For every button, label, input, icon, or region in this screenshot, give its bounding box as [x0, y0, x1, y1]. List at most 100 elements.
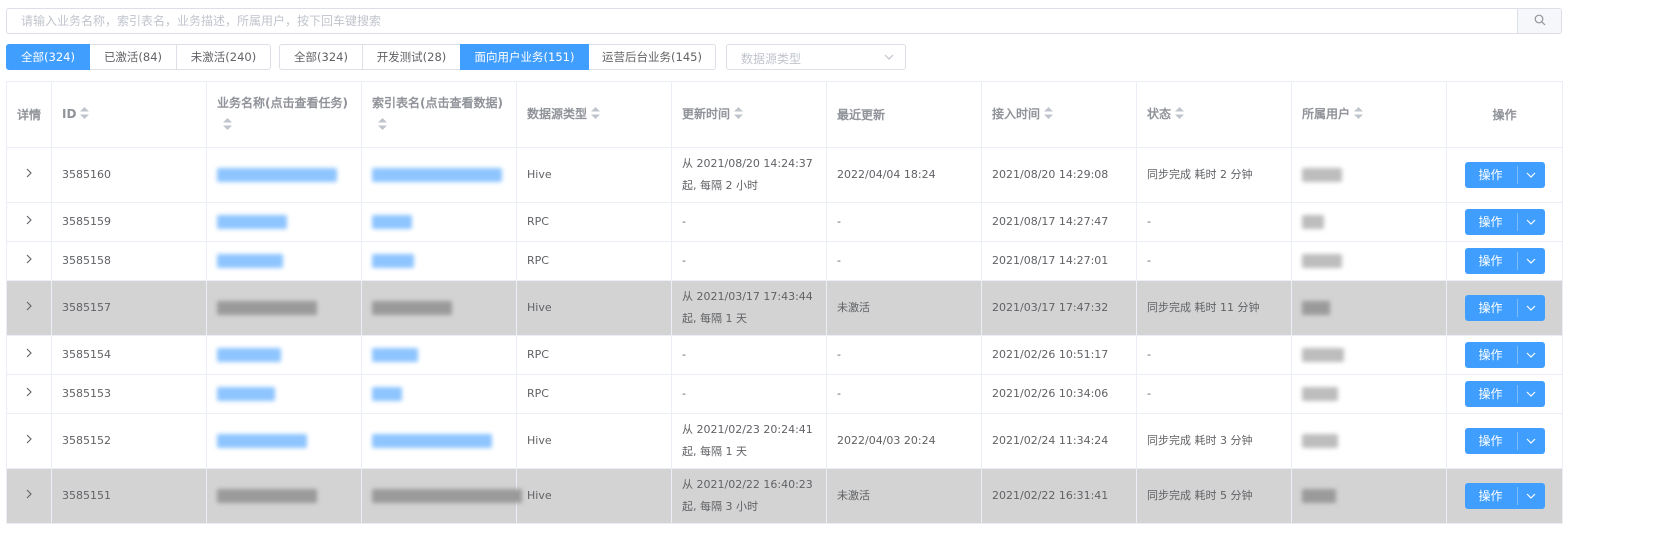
col-join-time[interactable]: 接入时间: [981, 81, 1137, 148]
action-dropdown-toggle[interactable]: [1516, 297, 1545, 319]
action-button[interactable]: 操作: [1464, 342, 1545, 368]
index-table-cell[interactable]: [361, 413, 517, 469]
chevron-down-icon[interactable]: [1526, 383, 1536, 405]
action-button-label[interactable]: 操作: [1465, 383, 1517, 405]
sort-icon[interactable]: [80, 104, 90, 126]
expand-cell[interactable]: [6, 202, 52, 242]
index-table-cell[interactable]: [361, 374, 517, 414]
chevron-down-icon[interactable]: [1526, 344, 1536, 366]
action-button-label[interactable]: 操作: [1465, 344, 1517, 366]
action-dropdown-toggle[interactable]: [1516, 211, 1545, 233]
action-button[interactable]: 操作: [1464, 248, 1545, 274]
redacted-index-table[interactable]: [372, 489, 522, 503]
index-table-cell[interactable]: [361, 280, 517, 336]
chevron-right-icon[interactable]: [25, 215, 33, 228]
action-button[interactable]: 操作: [1464, 428, 1545, 454]
sort-icon[interactable]: [591, 104, 601, 126]
biz-name-cell[interactable]: [206, 202, 362, 242]
chevron-down-icon[interactable]: [1526, 164, 1536, 186]
redacted-index-table[interactable]: [372, 348, 418, 362]
index-table-cell[interactable]: [361, 147, 517, 203]
redacted-index-table[interactable]: [372, 387, 402, 401]
redacted-biz-name[interactable]: [217, 254, 283, 268]
col-ds-type[interactable]: 数据源类型: [516, 81, 672, 148]
chevron-right-icon[interactable]: [25, 254, 33, 267]
action-button-label[interactable]: 操作: [1465, 485, 1517, 507]
chevron-down-icon[interactable]: [1526, 250, 1536, 272]
action-button[interactable]: 操作: [1464, 209, 1545, 235]
expand-cell[interactable]: [6, 147, 52, 203]
chevron-down-icon[interactable]: [1526, 297, 1536, 319]
redacted-biz-name[interactable]: [217, 434, 307, 448]
biz-name-cell[interactable]: [206, 468, 362, 524]
datasource-type-select[interactable]: 数据源类型: [726, 44, 906, 70]
action-button-label[interactable]: 操作: [1465, 250, 1517, 272]
biz-name-cell[interactable]: [206, 147, 362, 203]
expand-cell[interactable]: [6, 280, 52, 336]
sort-icon[interactable]: [1175, 104, 1185, 126]
chevron-down-icon[interactable]: [1526, 211, 1536, 233]
index-table-cell[interactable]: [361, 241, 517, 281]
action-button-label[interactable]: 操作: [1465, 297, 1517, 319]
action-dropdown-toggle[interactable]: [1516, 164, 1545, 186]
biz-name-cell[interactable]: [206, 374, 362, 414]
redacted-index-table[interactable]: [372, 301, 452, 315]
action-dropdown-toggle[interactable]: [1516, 485, 1545, 507]
col-id[interactable]: ID: [51, 81, 207, 148]
col-index-table[interactable]: 索引表名(点击查看数据): [361, 81, 517, 148]
status-filter-inactive[interactable]: 未激活(240): [176, 44, 271, 70]
action-dropdown-toggle[interactable]: [1516, 430, 1545, 452]
action-button[interactable]: 操作: [1464, 295, 1545, 321]
redacted-index-table[interactable]: [372, 434, 492, 448]
sort-icon[interactable]: [1354, 104, 1364, 126]
expand-cell[interactable]: [6, 374, 52, 414]
chevron-down-icon[interactable]: [1526, 430, 1536, 452]
redacted-biz-name[interactable]: [217, 489, 317, 503]
biz-name-cell[interactable]: [206, 241, 362, 281]
chevron-right-icon[interactable]: [25, 434, 33, 447]
category-filter-dev-test[interactable]: 开发测试(28): [362, 44, 461, 70]
col-biz-name[interactable]: 业务名称(点击查看任务): [206, 81, 362, 148]
category-filter-user-facing[interactable]: 面向用户业务(151): [460, 44, 589, 70]
status-filter-activated[interactable]: 已激活(84): [89, 44, 177, 70]
sort-icon[interactable]: [378, 115, 387, 137]
category-filter-ops-backend[interactable]: 运营后台业务(145): [588, 44, 716, 70]
redacted-index-table[interactable]: [372, 168, 502, 182]
action-dropdown-toggle[interactable]: [1516, 344, 1545, 366]
action-button[interactable]: 操作: [1464, 162, 1545, 188]
biz-name-cell[interactable]: [206, 413, 362, 469]
action-button-label[interactable]: 操作: [1465, 164, 1517, 186]
chevron-right-icon[interactable]: [25, 301, 33, 314]
status-filter-all[interactable]: 全部(324): [6, 44, 90, 70]
action-button[interactable]: 操作: [1464, 381, 1545, 407]
redacted-index-table[interactable]: [372, 254, 414, 268]
sort-icon[interactable]: [734, 104, 744, 126]
chevron-right-icon[interactable]: [25, 387, 33, 400]
redacted-biz-name[interactable]: [217, 215, 287, 229]
redacted-index-table[interactable]: [372, 215, 412, 229]
index-table-cell[interactable]: [361, 202, 517, 242]
search-input[interactable]: [7, 9, 1519, 33]
expand-cell[interactable]: [6, 413, 52, 469]
action-button-label[interactable]: 操作: [1465, 211, 1517, 233]
biz-name-cell[interactable]: [206, 335, 362, 375]
sort-icon[interactable]: [1044, 104, 1054, 126]
chevron-down-icon[interactable]: [1526, 485, 1536, 507]
expand-cell[interactable]: [6, 335, 52, 375]
index-table-cell[interactable]: [361, 468, 522, 524]
redacted-biz-name[interactable]: [217, 301, 317, 315]
redacted-biz-name[interactable]: [217, 348, 281, 362]
biz-name-cell[interactable]: [206, 280, 362, 336]
chevron-right-icon[interactable]: [25, 168, 33, 181]
chevron-right-icon[interactable]: [25, 348, 33, 361]
col-status[interactable]: 状态: [1136, 81, 1292, 148]
col-update-time[interactable]: 更新时间: [671, 81, 827, 148]
sort-icon[interactable]: [223, 115, 232, 137]
action-button-label[interactable]: 操作: [1465, 430, 1517, 452]
action-dropdown-toggle[interactable]: [1516, 250, 1545, 272]
chevron-right-icon[interactable]: [25, 489, 33, 502]
redacted-biz-name[interactable]: [217, 168, 337, 182]
expand-cell[interactable]: [6, 468, 52, 524]
index-table-cell[interactable]: [361, 335, 517, 375]
category-filter-all[interactable]: 全部(324): [279, 44, 363, 70]
